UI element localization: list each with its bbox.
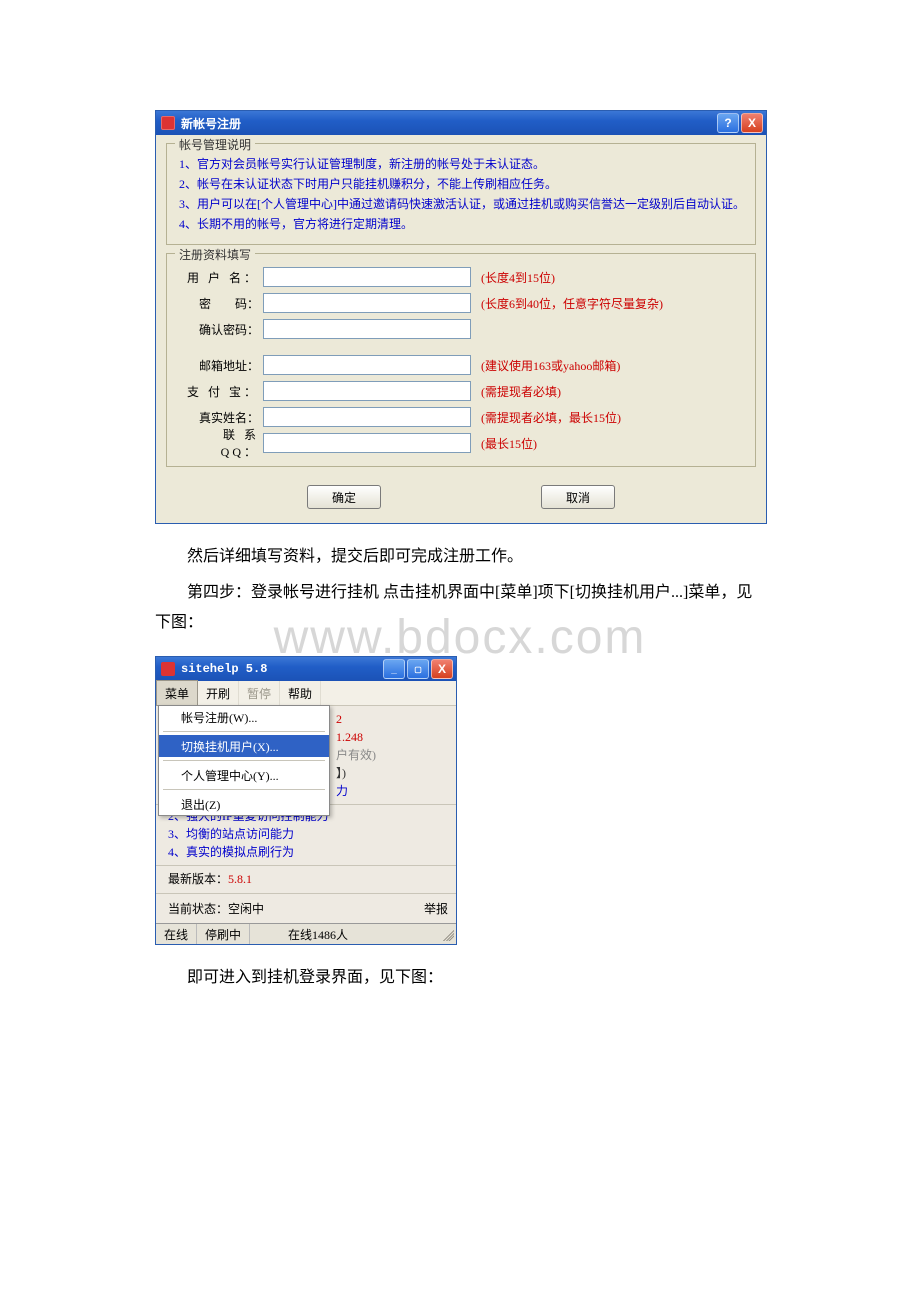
app-icon	[161, 662, 175, 676]
statusbar: 在线 停刷中 在线1486人	[156, 923, 456, 944]
email-label: 邮箱地址：	[179, 357, 263, 374]
confirm-label: 确认密码：	[179, 321, 263, 338]
realname-input[interactable]	[263, 407, 471, 427]
menu-item-switch-user[interactable]: 切换挂机用户(X)...	[159, 735, 329, 757]
realname-hint: (需提现者必填，最长15位)	[481, 409, 621, 426]
username-input[interactable]	[263, 267, 471, 287]
body-paragraph: 然后详细填写资料，提交后即可完成注册工作。	[155, 542, 765, 572]
rules-legend: 帐号管理说明	[175, 136, 255, 153]
menu-item-register[interactable]: 帐号注册(W)...	[159, 706, 329, 728]
body-paragraph: 即可进入到挂机登录界面，见下图：	[155, 963, 765, 993]
maximize-button[interactable]: ▢	[407, 659, 429, 679]
close-button[interactable]: X	[431, 659, 453, 679]
close-button[interactable]: X	[741, 113, 763, 133]
form-groupbox: 注册资料填写 用 户 名： (长度4到15位) 密 码： (长度6到40位，任意…	[166, 253, 756, 467]
form-legend: 注册资料填写	[175, 246, 255, 263]
menu-start[interactable]: 开刷	[198, 681, 239, 705]
rule-line: 2、帐号在未认证状态下时用户只能挂机赚积分，不能上传刷相应任务。	[179, 174, 743, 194]
menu-help[interactable]: 帮助	[280, 681, 321, 705]
sitehelp-window: sitehelp 5.8 _ ▢ X 菜单 开刷 暂停 帮助 帐号注册(W)..…	[155, 656, 457, 945]
menu-pause: 暂停	[239, 681, 280, 705]
version-label: 最新版本：	[168, 872, 228, 886]
realname-label: 真实姓名：	[179, 409, 263, 426]
menu-separator	[163, 760, 325, 761]
menu-separator	[163, 789, 325, 790]
feature-line: 3、均衡的站点访问能力	[168, 825, 448, 843]
menu-item-exit[interactable]: 退出(Z)	[159, 793, 329, 815]
peek-line: 力	[336, 782, 450, 800]
menu-dropdown: 帐号注册(W)... 切换挂机用户(X)... 个人管理中心(Y)... 退出(…	[158, 705, 330, 816]
titlebar[interactable]: sitehelp 5.8 _ ▢ X	[156, 657, 456, 681]
minimize-button[interactable]: _	[383, 659, 405, 679]
qq-input[interactable]	[263, 433, 471, 453]
status-paused: 停刷中	[197, 924, 250, 944]
menu-item-user-center[interactable]: 个人管理中心(Y)...	[159, 764, 329, 786]
username-hint: (长度4到15位)	[481, 269, 555, 286]
report-link[interactable]: 举报	[424, 900, 448, 917]
resize-grip-icon[interactable]	[440, 927, 454, 941]
version-value: 5.8.1	[228, 872, 252, 886]
confirm-input[interactable]	[263, 319, 471, 339]
status-count: 在线1486人	[280, 924, 356, 944]
window-title: 新帐号注册	[181, 115, 241, 132]
peek-line: 2	[336, 710, 450, 728]
alipay-input[interactable]	[263, 381, 471, 401]
menu-file[interactable]: 菜单	[156, 680, 198, 706]
peek-line: 1.248	[336, 728, 450, 746]
help-button[interactable]: ?	[717, 113, 739, 133]
window-title: sitehelp 5.8	[181, 662, 267, 676]
menubar: 菜单 开刷 暂停 帮助	[156, 681, 456, 706]
register-dialog: 新帐号注册 ? X 帐号管理说明 1、官方对会员帐号实行认证管理制度，新注册的帐…	[155, 110, 767, 524]
rule-line: 1、官方对会员帐号实行认证管理制度，新注册的帐号处于未认证态。	[179, 154, 743, 174]
rule-line: 4、长期不用的帐号，官方将进行定期清理。	[179, 214, 743, 234]
email-hint: (建议使用163或yahoo邮箱)	[481, 357, 620, 374]
rules-groupbox: 帐号管理说明 1、官方对会员帐号实行认证管理制度，新注册的帐号处于未认证态。 2…	[166, 143, 756, 245]
version-line: 最新版本：5.8.1	[156, 865, 456, 893]
password-input[interactable]	[263, 293, 471, 313]
qq-hint: (最长15位)	[481, 435, 537, 452]
qq-label: 联 系 QQ：	[179, 426, 263, 460]
cancel-button[interactable]: 取消	[541, 485, 615, 509]
body-paragraph: 第四步：登录帐号进行挂机 点击挂机界面中[菜单]项下[切换挂机用户...]菜单，…	[155, 578, 765, 638]
app-icon	[161, 116, 175, 130]
email-input[interactable]	[263, 355, 471, 375]
alipay-hint: (需提现者必填)	[481, 383, 561, 400]
peek-line: 】)	[336, 764, 450, 782]
peek-line: 户有效)	[336, 746, 450, 764]
alipay-label: 支 付 宝：	[179, 383, 263, 400]
state-label: 当前状态：空闲中	[168, 900, 264, 917]
status-online: 在线	[156, 924, 197, 944]
feature-line: 4、真实的模拟点刷行为	[168, 843, 448, 861]
username-label: 用 户 名：	[179, 269, 263, 286]
password-hint: (长度6到40位，任意字符尽量复杂)	[481, 295, 663, 312]
titlebar[interactable]: 新帐号注册 ? X	[156, 111, 766, 135]
menu-separator	[163, 731, 325, 732]
password-label: 密 码：	[179, 295, 263, 312]
ok-button[interactable]: 确定	[307, 485, 381, 509]
rule-line: 3、用户可以在[个人管理中心]中通过邀请码快速激活认证，或通过挂机或购买信誉达一…	[179, 194, 743, 214]
